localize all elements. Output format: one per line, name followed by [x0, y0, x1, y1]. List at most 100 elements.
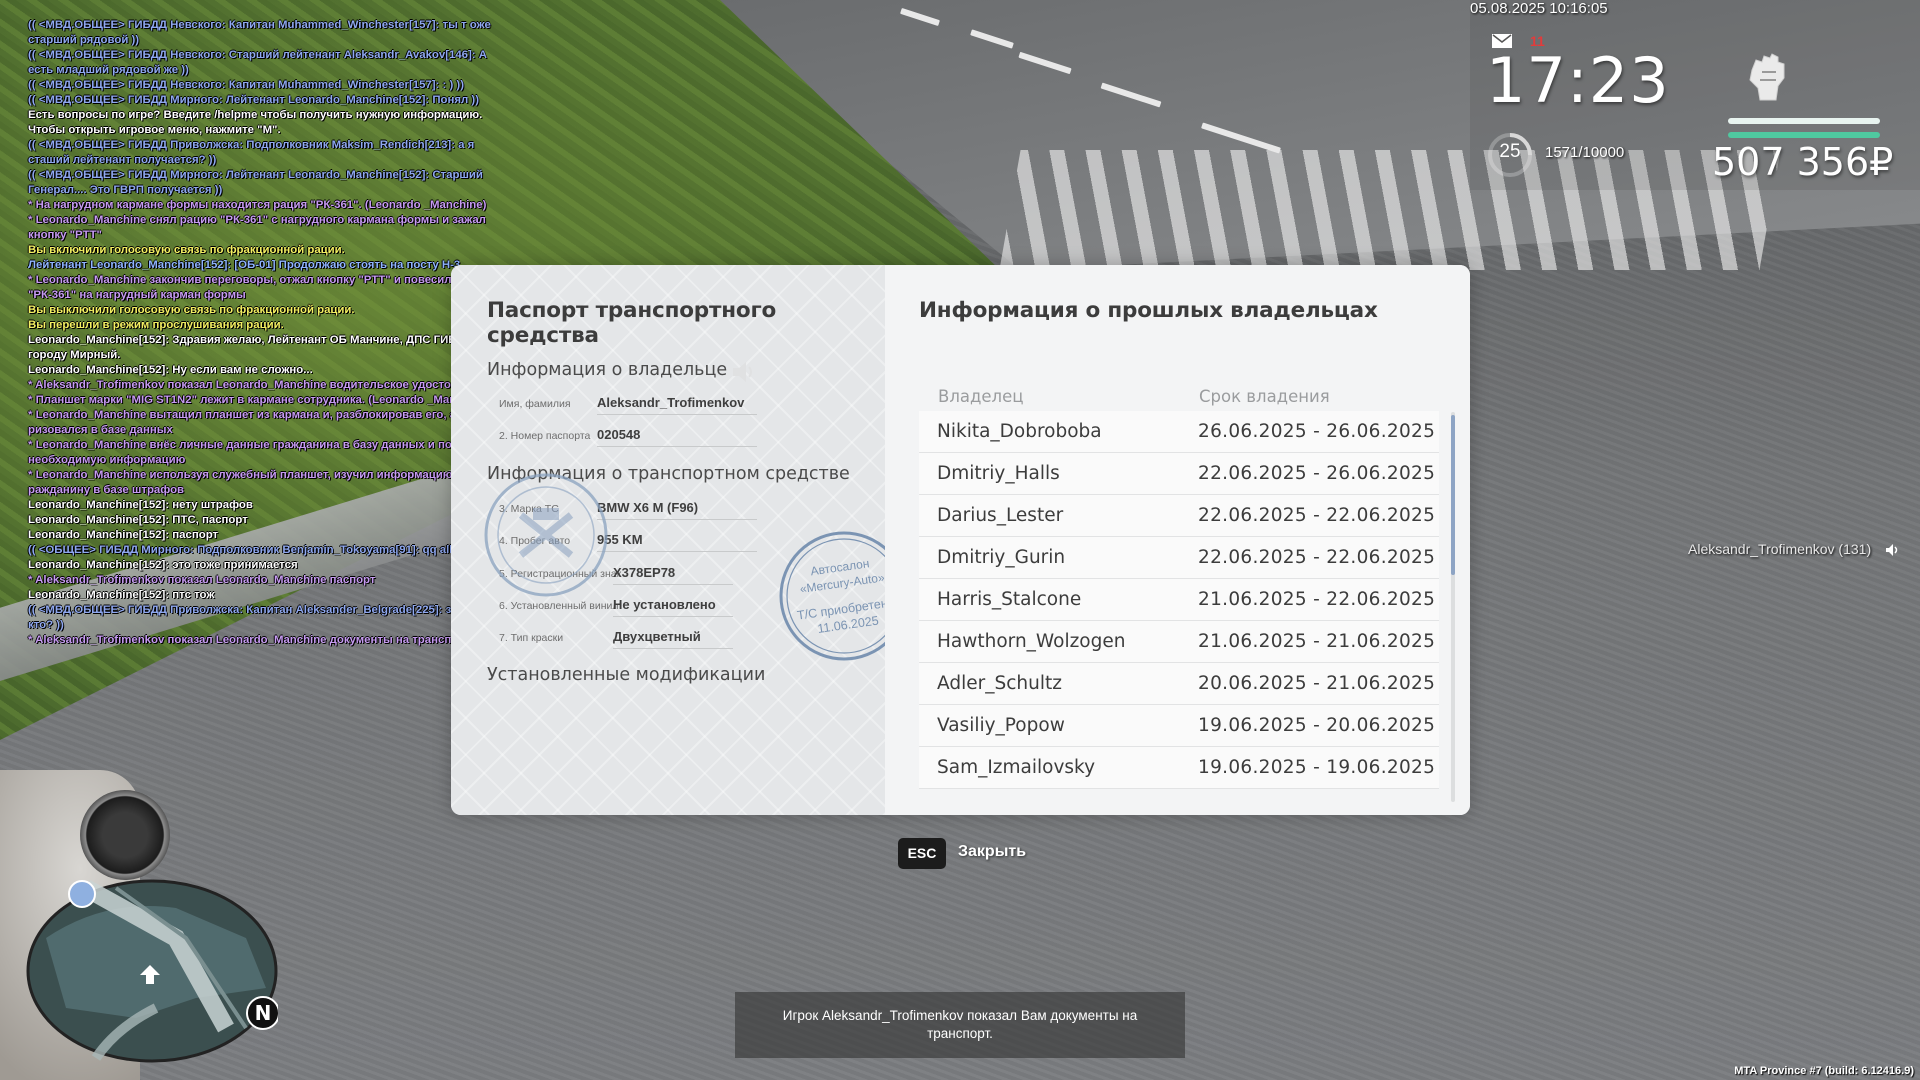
compass-letter: N: [255, 1001, 272, 1025]
chat-line: * Leonardo_Manchine закончив переговоры,…: [28, 274, 492, 301]
field-label: Имя, фамилия: [499, 398, 571, 410]
field-value: Не установлено: [613, 597, 733, 617]
passport-title: Паспорт транспортного средства: [487, 298, 777, 348]
table-row[interactable]: Darius_Lester 22.06.2025 - 22.06.2025: [919, 495, 1439, 537]
chat-line: * Leonardo_Manchine внёс личные данные г…: [28, 439, 489, 466]
field-value: 020548: [597, 427, 757, 447]
chat-line: * Aleksandr_Trofimenkov показал Leonardo…: [28, 634, 471, 646]
chat-line: Leonardo_Manchine[152]: это тоже принима…: [28, 559, 298, 571]
ownership-period: 20.06.2025 - 21.06.2025: [1198, 673, 1436, 694]
chat-line: Лейтенант Leonardo_Manchine[152]: [ОБ-01…: [28, 259, 464, 271]
owner-name: Harris_Stalcone: [937, 589, 1082, 610]
chat-line: (( <МВД.ОБЩЕЕ> ГИБДД Мирного: Лейтенант …: [28, 169, 483, 196]
level-number: 25: [1499, 141, 1521, 162]
chat-line: (( <МВД.ОБЩЕЕ> ГИБДД Приволжска: Подполк…: [28, 139, 475, 166]
ownership-period: 21.06.2025 - 21.06.2025: [1198, 631, 1436, 652]
field-label: 7. Тип краски: [499, 632, 564, 644]
chat-line: * Планшет марки "MIG ST1N2" лежит в карм…: [28, 394, 490, 406]
chat-line: * Leonardo_Manchine вытащил планшет из к…: [28, 409, 476, 436]
field-value: Aleksandr_Trofimenkov: [597, 395, 757, 415]
chat-line: Leonardo_Manchine[152]: Ну если вам не с…: [28, 364, 313, 376]
speaker-icon: [733, 362, 752, 382]
speaker-icon: [1886, 544, 1898, 556]
field-value: 955 KM: [597, 532, 757, 552]
chat-line: * Aleksandr_Trofimenkov показал Leonardo…: [28, 379, 498, 391]
hud-datetime: 05.08.2025 10:16:05: [1470, 0, 1608, 17]
table-row[interactable]: Nikita_Dobroboba 26.06.2025 - 26.06.2025: [919, 411, 1439, 453]
vehicle-passport-dialog: Паспорт транспортного средства Информаци…: [451, 265, 1470, 815]
player-marker-icon: [68, 880, 96, 908]
chat-line: Leonardo_Manchine[152]: паспорт: [28, 529, 219, 541]
armor-bar: [1728, 132, 1880, 138]
chat-line: Leonardo_Manchine[152]: Здравия желаю, Л…: [28, 334, 490, 361]
owners-title: Информация о прошлых владельцах: [919, 298, 1378, 323]
chat-log: (( <МВД.ОБЩЕЕ> ГИБДД Невского: Капитан M…: [28, 18, 508, 648]
table-row[interactable]: Dmitriy_Halls 22.06.2025 - 26.06.2025: [919, 453, 1439, 495]
health-bar: [1728, 118, 1880, 124]
scrollbar-thumb[interactable]: [1451, 415, 1455, 575]
chat-line: Есть вопросы по игре? Введите /helpme чт…: [28, 109, 483, 121]
money-amount: 507 356₽: [1712, 140, 1894, 184]
ownership-period: 22.06.2025 - 26.06.2025: [1198, 463, 1436, 484]
chat-line: Чтобы открыть игровое меню, нажмите "M".: [28, 124, 281, 136]
chat-line: Вы перешли в режим прослушивания рации.: [28, 319, 284, 331]
ownership-period: 19.06.2025 - 20.06.2025: [1198, 715, 1436, 736]
chat-line: (( <МВД.ОБЩЕЕ> ГИБДД Мирного: Лейтенант …: [28, 94, 479, 106]
owner-name: Nikita_Dobroboba: [937, 421, 1102, 442]
table-row[interactable]: Harris_Stalcone 21.06.2025 - 22.06.2025: [919, 579, 1439, 621]
table-row[interactable]: Dmitriy_Gurin 22.06.2025 - 22.06.2025: [919, 537, 1439, 579]
field-value: BMW X6 M (F96): [597, 500, 757, 520]
owner-name: Hawthorn_Wolzogen: [937, 631, 1126, 652]
field-label: 2. Номер паспорта: [499, 430, 591, 442]
chat-line: Leonardo_Manchine[152]: нету штрафов: [28, 499, 253, 511]
table-row[interactable]: Hawthorn_Wolzogen 21.06.2025 - 21.06.2025: [919, 621, 1439, 663]
esc-key-hint[interactable]: ESC: [898, 838, 946, 869]
chat-line: (( <ОБЩЕЕ> ГИБДД Мирного: Подполковник B…: [28, 544, 464, 556]
owner-name: Sam_Izmailovsky: [937, 757, 1096, 778]
table-row[interactable]: Vasiliy_Popow 19.06.2025 - 20.06.2025: [919, 705, 1439, 747]
chat-line: (( <МВД.ОБЩЕЕ> ГИБДД Невского: Капитан M…: [28, 19, 491, 46]
minimap: N: [26, 879, 278, 1063]
mods-section-title: Установленные модификации: [487, 665, 766, 685]
chat-line: * Aleksandr_Trofimenkov показал Leonardo…: [28, 574, 376, 586]
field-owner-name: Имя, фамилия Aleksandr_Trofimenkov: [487, 390, 817, 420]
chat-line: * Leonardo_Manchine снял рацию "РК-361" …: [28, 214, 486, 241]
table-row[interactable]: Sam_Izmailovsky 19.06.2025 - 19.06.2025: [919, 747, 1439, 789]
owner-name: Adler_Schultz: [937, 673, 1062, 694]
fist-weapon-icon: [1749, 53, 1785, 101]
chat-line: Вы включили голосовую связь по фракционн…: [28, 244, 345, 256]
field-value: X378EP78: [613, 565, 733, 585]
experience-text: 1571/10000: [1545, 144, 1625, 161]
chat-line: * На нагрудном кармане формы находится р…: [28, 199, 487, 211]
owner-name: Vasiliy_Popow: [937, 715, 1065, 736]
chat-line: * Leonardo_Manchine используя служебный …: [28, 469, 478, 496]
field-passport-number: 2. Номер паспорта 020548: [487, 422, 817, 452]
notification-text: Игрок Aleksandr_Trofimenkov показал Вам …: [782, 1008, 1138, 1041]
player-nametag: Aleksandr_Trofimenkov (131): [1688, 541, 1872, 557]
ownership-period: 19.06.2025 - 19.06.2025: [1198, 757, 1436, 778]
chat-line: (( <МВД.ОБЩЕЕ> ГИБДД Невского: Капитан M…: [28, 79, 465, 91]
ownership-period: 26.06.2025 - 26.06.2025: [1198, 421, 1436, 442]
close-button[interactable]: Закрыть: [958, 843, 1026, 861]
ownership-period: 22.06.2025 - 22.06.2025: [1198, 505, 1436, 526]
notification-toast: Игрок Aleksandr_Trofimenkov показал Вам …: [735, 992, 1185, 1058]
owner-section-title: Информация о владельце: [487, 360, 728, 380]
emblem-seal-icon: [484, 473, 608, 597]
ownership-period: 22.06.2025 - 22.06.2025: [1198, 547, 1436, 568]
chat-line: Leonardo_Manchine[152]: птс тож: [28, 589, 215, 601]
chat-line: Leonardo_Manchine[152]: ПТС, паспорт: [28, 514, 248, 526]
field-value: Двухцветный: [613, 629, 733, 649]
column-header-period: Срок владения: [1199, 387, 1330, 406]
chat-line: Вы выключили голосовую связь по фракцион…: [28, 304, 355, 316]
table-row[interactable]: Adler_Schultz 20.06.2025 - 21.06.2025: [919, 663, 1439, 705]
passport-pane: Паспорт транспортного средства Информаци…: [451, 265, 909, 815]
owner-name: Darius_Lester: [937, 505, 1064, 526]
field-paint-type: 7. Тип краски Двухцветный: [487, 624, 817, 654]
ownership-period: 21.06.2025 - 22.06.2025: [1198, 589, 1436, 610]
hud-clock: 17:23: [1486, 44, 1670, 117]
car-wheel: [80, 790, 170, 880]
build-version: MTA Province #7 (build: 6.12416.9): [1734, 1065, 1914, 1077]
chat-line: (( <МВД.ОБЩЕЕ> ГИБДД Приволжска: Капитан…: [28, 604, 500, 631]
field-label: 6. Установленный винил: [499, 600, 619, 612]
owner-name: Dmitriy_Halls: [937, 463, 1060, 484]
